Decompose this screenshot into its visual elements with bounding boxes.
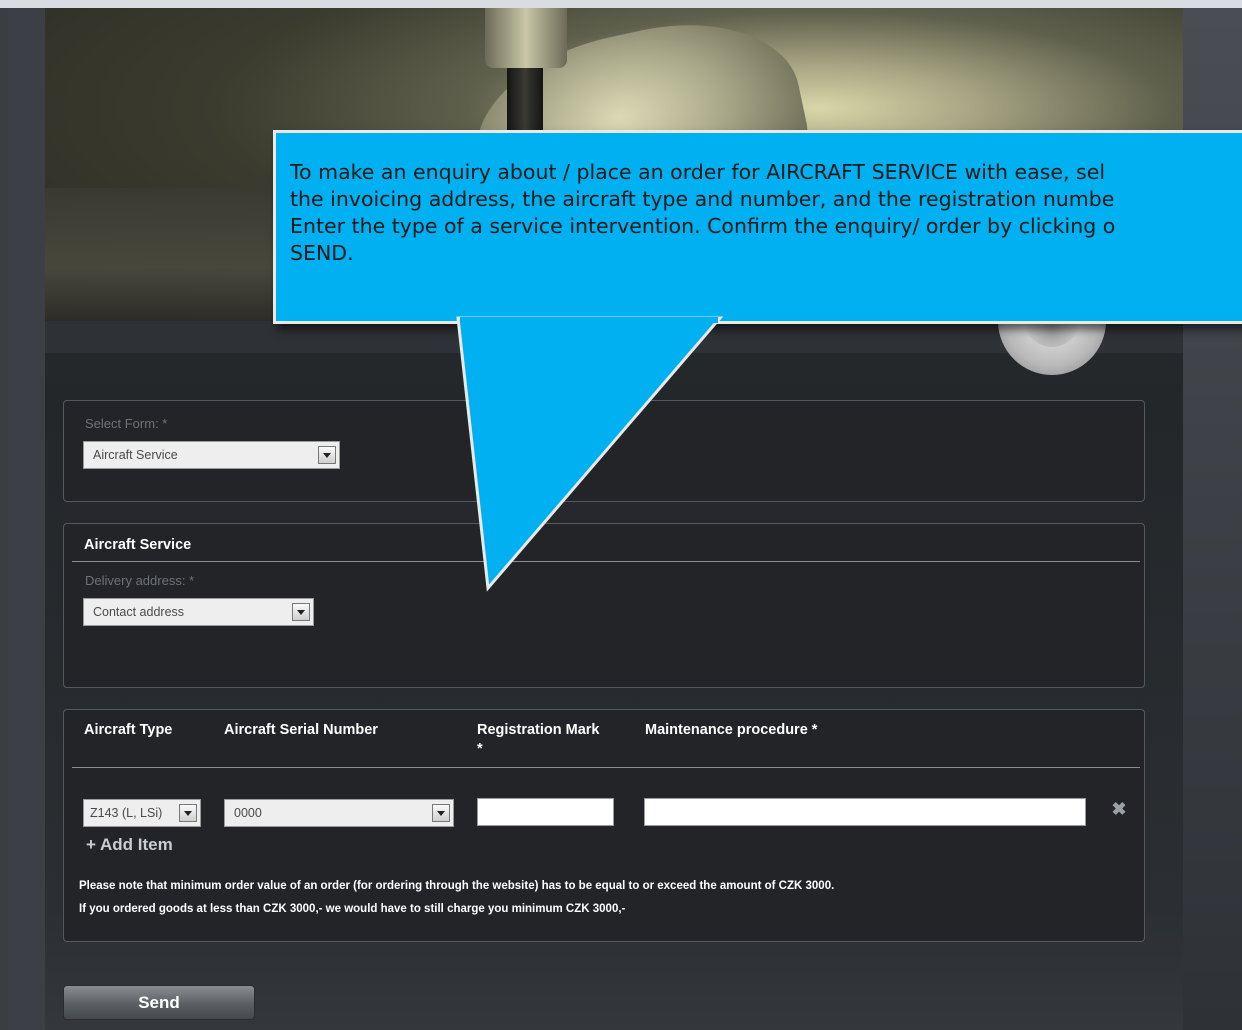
aircraft-service-heading: Aircraft Service xyxy=(84,537,192,553)
callout-text: To make an enquiry about / place an orde… xyxy=(290,159,1242,267)
select-form-label: Select Form: * xyxy=(85,416,168,431)
aircraft-type-header: Aircraft Type xyxy=(84,722,173,738)
aircraft-type-dropdown[interactable]: Z143 (L, LSi) xyxy=(83,799,201,827)
registration-mark-input[interactable] xyxy=(477,798,614,826)
chevron-down-icon[interactable] xyxy=(318,446,336,464)
maintenance-procedure-input[interactable] xyxy=(644,798,1086,826)
callout-line: the invoicing address, the aircraft type… xyxy=(290,187,1115,211)
registration-mark-required: * xyxy=(477,741,483,757)
machine-head xyxy=(485,8,567,68)
serial-number-dropdown[interactable]: 0000 xyxy=(224,799,454,827)
maintenance-procedure-header: Maintenance procedure * xyxy=(645,722,818,738)
callout-line: Enter the type of a service intervention… xyxy=(290,214,1116,238)
send-button[interactable]: Send xyxy=(63,985,255,1020)
registration-mark-header: Registration Mark xyxy=(477,722,600,738)
browser-top-strip xyxy=(0,0,1242,8)
minimum-order-note: Please note that minimum order value of … xyxy=(79,880,835,892)
select-form-dropdown[interactable]: Aircraft Service xyxy=(83,441,340,469)
remove-item-icon[interactable]: ✖ xyxy=(1110,800,1128,818)
divider xyxy=(72,561,1140,562)
chevron-down-icon[interactable] xyxy=(179,804,197,822)
add-item-button[interactable]: + Add Item xyxy=(86,835,173,855)
divider xyxy=(72,767,1140,768)
delivery-address-value: Contact address xyxy=(93,605,185,619)
delivery-address-dropdown[interactable]: Contact address xyxy=(83,598,314,626)
serial-number-header: Aircraft Serial Number xyxy=(224,722,378,738)
callout-line: SEND. xyxy=(290,241,354,265)
delivery-address-label: Delivery address: * xyxy=(85,573,195,588)
chevron-down-icon[interactable] xyxy=(432,804,450,822)
minimum-charge-note: If you ordered goods at less than CZK 30… xyxy=(79,903,626,915)
aircraft-type-value: Z143 (L, LSi) xyxy=(90,806,163,820)
chevron-down-icon[interactable] xyxy=(292,603,310,621)
serial-number-value: 0000 xyxy=(234,806,262,820)
help-callout: To make an enquiry about / place an orde… xyxy=(273,130,1242,324)
select-form-value: Aircraft Service xyxy=(93,448,178,462)
callout-line: To make an enquiry about / place an orde… xyxy=(290,160,1106,184)
